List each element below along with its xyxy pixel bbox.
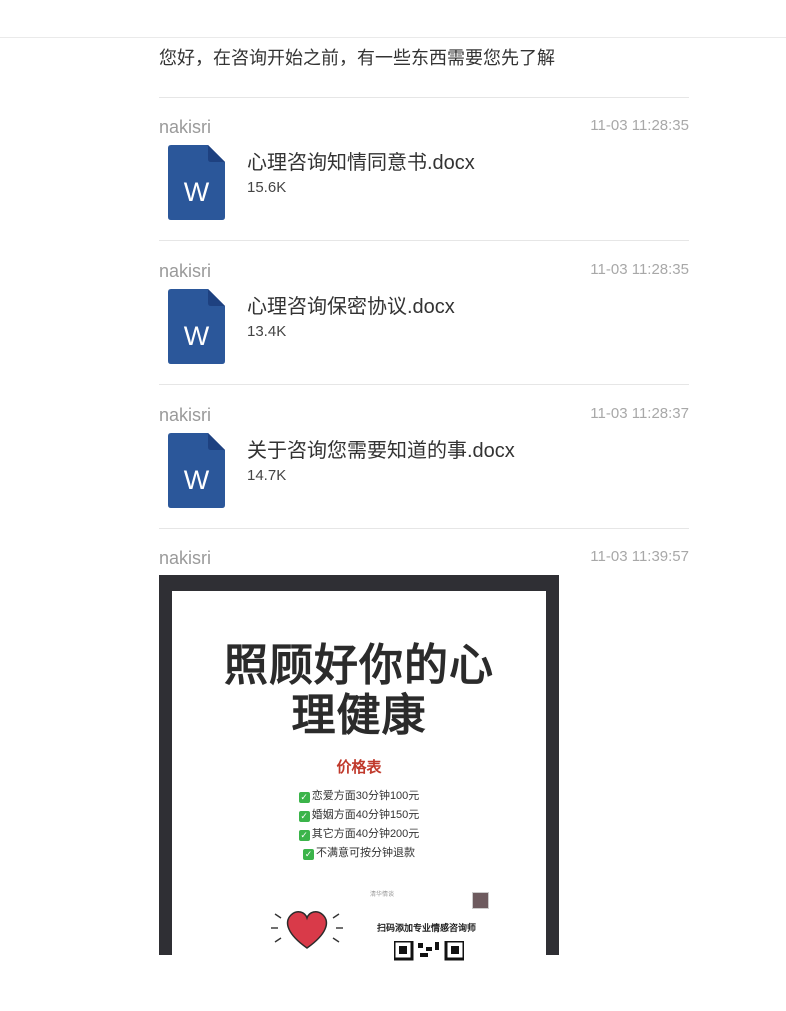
price-item: ✓ 婚姻方面40分钟150元	[298, 809, 420, 822]
file-name[interactable]: 心理咨询保密协议.docx	[247, 290, 455, 319]
word-letter: W	[184, 321, 210, 351]
word-letter: W	[184, 465, 210, 495]
image-message-header: nakisri 11-03 11:39:57	[159, 548, 689, 572]
file-size: 14.7K	[247, 467, 287, 484]
message-time: 11-03 11:28:35	[590, 261, 689, 278]
file-size: 15.6K	[247, 179, 287, 196]
divider	[159, 384, 689, 385]
sender-name: nakisri	[159, 405, 212, 425]
price-item: ✓ 不满意可按分钟退款	[303, 847, 415, 860]
price-heading: 价格表	[336, 759, 382, 776]
word-letter: W	[184, 177, 210, 207]
poster-title-line2: 理健康	[291, 690, 427, 741]
message-time: 11-03 11:28:35	[590, 117, 689, 134]
file-size: 13.4K	[247, 323, 287, 340]
sender-name: nakisri	[159, 261, 212, 281]
price-list: ✓ 恋爱方面30分钟100元 ✓ 婚姻方面40分钟150元 ✓ 其它方面40分钟200…	[172, 787, 546, 863]
qr-code-icon	[394, 941, 464, 961]
divider	[159, 97, 689, 98]
sender-name: nakisri	[159, 117, 212, 137]
word-file-icon[interactable]: W	[168, 289, 225, 364]
price-item: ✓ 其它方面40分钟200元	[298, 828, 420, 841]
poster-title-line1: 照顾好你的心	[224, 640, 494, 691]
check-icon: ✓	[303, 849, 314, 860]
sender-name: nakisri	[159, 548, 212, 568]
check-icon: ✓	[298, 830, 310, 841]
avatar	[472, 892, 489, 909]
brand-label: 清华情谈	[370, 892, 395, 898]
top-bar	[0, 0, 786, 38]
scan-instruction: 扫码添加专业情感咨询师	[377, 923, 477, 933]
poster-title: 照顾好你的心 理健康	[172, 641, 546, 741]
price-item: ✓ 恋爱方面30分钟100元	[298, 790, 420, 803]
poster-image[interactable]: 照顾好你的心 理健康 价格表 ✓ 恋爱方面30分钟100元 ✓ 婚姻方面40分钟15…	[159, 575, 559, 971]
divider	[159, 528, 689, 529]
file-message[interactable]: nakisri 11-03 11:28:37 W 关于咨询您需要知道的事.doc…	[159, 405, 689, 515]
divider	[159, 240, 689, 241]
word-file-icon[interactable]: W	[168, 433, 225, 508]
intro-message: 您好，在咨询开始之前，有一些东西需要您先了解	[159, 48, 555, 68]
check-icon: ✓	[298, 811, 310, 822]
message-time: 11-03 11:28:37	[590, 405, 689, 422]
check-icon: ✓	[298, 792, 310, 803]
file-name[interactable]: 心理咨询知情同意书.docx	[247, 146, 475, 175]
heart-icon	[271, 910, 343, 949]
message-time: 11-03 11:39:57	[590, 548, 689, 565]
file-message[interactable]: nakisri 11-03 11:28:35 W 心理咨询知情同意书.docx …	[159, 117, 689, 227]
file-name[interactable]: 关于咨询您需要知道的事.docx	[247, 434, 515, 463]
word-file-icon[interactable]: W	[168, 145, 225, 220]
file-message[interactable]: nakisri 11-03 11:28:35 W 心理咨询保密协议.docx 1…	[159, 261, 689, 371]
poster-content: 照顾好你的心 理健康 价格表 ✓ 恋爱方面30分钟100元 ✓ 婚姻方面40分钟15…	[172, 591, 546, 971]
